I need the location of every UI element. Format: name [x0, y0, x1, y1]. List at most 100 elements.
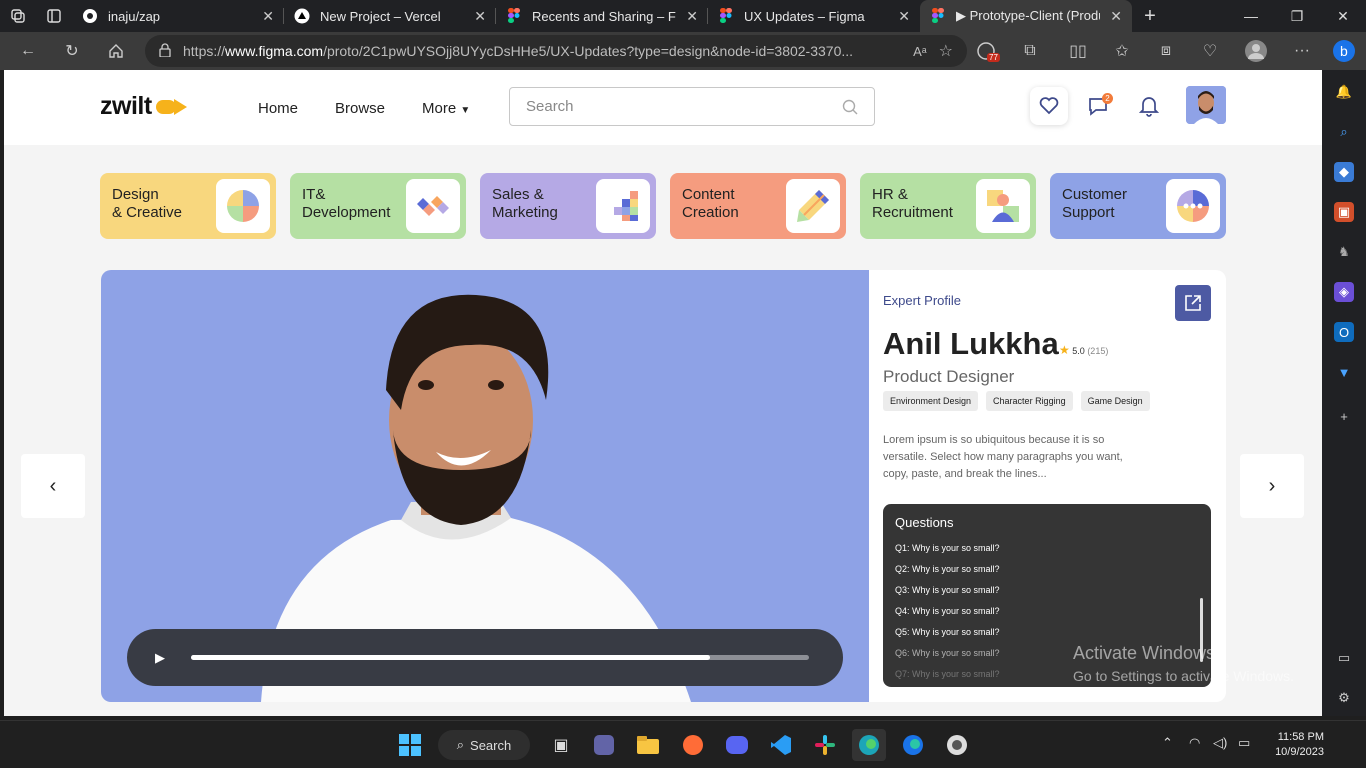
close-tab-icon[interactable]: ✕	[1110, 8, 1122, 25]
maximize-button[interactable]: ❐	[1274, 8, 1320, 25]
close-tab-icon[interactable]: ✕	[686, 8, 698, 25]
games-icon[interactable]: ♞	[1334, 242, 1354, 262]
windows-start-icon[interactable]	[393, 729, 427, 761]
collections-icon[interactable]: ⧈	[1146, 32, 1186, 70]
open-external-button[interactable]	[1175, 285, 1211, 321]
window-controls: — ❐ ✕	[1228, 8, 1366, 25]
taskbar-search[interactable]: ⌕ Search	[438, 730, 530, 760]
minimize-button[interactable]: —	[1228, 8, 1274, 25]
favorite-star-icon[interactable]: ☆	[939, 41, 953, 61]
puzzle-extensions-icon[interactable]: ⧉	[1010, 32, 1050, 70]
search-input[interactable]: Search	[509, 87, 875, 126]
close-window-button[interactable]: ✕	[1320, 8, 1366, 25]
browser-essentials-icon[interactable]: ♡	[1190, 32, 1230, 70]
new-tab-button[interactable]: +	[1132, 5, 1168, 28]
discord-icon[interactable]	[720, 729, 754, 761]
category-content-creation[interactable]: Content Creation	[670, 173, 846, 239]
close-tab-icon[interactable]: ✕	[474, 8, 486, 25]
browser-tab[interactable]: Recents and Sharing – Figm ✕	[496, 0, 708, 32]
tray-chevron-icon[interactable]: ⌃	[1162, 735, 1173, 751]
next-arrow-button[interactable]: ›	[1240, 454, 1304, 518]
profile-icon[interactable]	[1236, 32, 1276, 70]
system-clock[interactable]: 11:58 PM 10/9/2023	[1264, 730, 1324, 760]
category-hr-recruitment[interactable]: HR & Recruitment	[860, 173, 1036, 239]
expert-video[interactable]: ▶	[101, 270, 869, 702]
category-customer-support[interactable]: Customer Support	[1050, 173, 1226, 239]
add-icon[interactable]: +	[1334, 406, 1354, 426]
category-sales-marketing[interactable]: Sales & Marketing	[480, 173, 656, 239]
gear-icon[interactable]: ⚙	[1334, 688, 1354, 708]
url-field[interactable]: https://www.figma.com/proto/2C1pwUYSOjj8…	[145, 35, 967, 67]
volume-icon[interactable]: ◁)	[1213, 735, 1227, 751]
microsoft-365-icon[interactable]: ◈	[1334, 282, 1354, 302]
svg-text:b: b	[1340, 43, 1348, 59]
favorites-icon[interactable]: ✩	[1102, 32, 1142, 70]
user-avatar[interactable]	[1186, 86, 1226, 124]
heart-icon[interactable]	[1030, 87, 1068, 125]
extension-icon[interactable]: 77	[966, 32, 1006, 70]
expert-profile-panel: Expert Profile Anil Lukkha ★ 5.0 (215) P…	[869, 270, 1226, 702]
teams-chat-icon[interactable]	[587, 729, 621, 761]
star-icon: ★	[1059, 343, 1070, 357]
play-icon[interactable]: ▶	[155, 650, 165, 666]
sidebar-toggle-icon[interactable]: ▭	[1334, 648, 1354, 668]
messages-icon[interactable]: 2	[1080, 87, 1118, 125]
bing-copilot-icon[interactable]: b	[1324, 32, 1364, 70]
read-aloud-icon[interactable]: Aᵃ	[913, 44, 927, 59]
question-item[interactable]: Q5: Why is your so small?	[895, 622, 1199, 643]
video-progress-fill	[191, 655, 711, 660]
more-menu-icon[interactable]: ···	[1282, 32, 1322, 70]
outlook-icon[interactable]: O	[1334, 322, 1354, 342]
skill-tag[interactable]: Character Rigging	[986, 391, 1073, 411]
review-count: (215)	[1087, 346, 1109, 356]
postman-icon[interactable]	[676, 729, 710, 761]
nav-home[interactable]: Home	[258, 100, 298, 117]
figma-icon	[930, 8, 946, 24]
previous-arrow-button[interactable]: ‹	[21, 454, 85, 518]
nav-browse[interactable]: Browse	[335, 100, 385, 117]
edge-dev-icon[interactable]	[896, 729, 930, 761]
file-explorer-icon[interactable]	[631, 729, 665, 761]
search-icon	[842, 99, 858, 114]
task-view-icon[interactable]: ▣	[544, 729, 578, 761]
close-tab-icon[interactable]: ✕	[262, 8, 274, 25]
browser-tab[interactable]: UX Updates – Figma ✕	[708, 0, 920, 32]
zwilt-logo[interactable]: zwilt	[100, 92, 188, 121]
question-item[interactable]: Q1: Why is your so small?	[895, 538, 1199, 559]
skill-tag[interactable]: Game Design	[1080, 391, 1150, 411]
question-item[interactable]: Q4: Why is your so small?	[895, 601, 1199, 622]
workspaces-icon[interactable]	[0, 0, 36, 32]
tab-actions-icon[interactable]	[36, 0, 72, 32]
video-progress-track[interactable]	[191, 655, 809, 660]
tools-briefcase-icon[interactable]: ▣	[1334, 202, 1354, 222]
question-item[interactable]: Q3: Why is your so small?	[895, 580, 1199, 601]
shopping-tag-icon[interactable]: ◆	[1334, 162, 1354, 182]
question-item[interactable]: Q2: Why is your so small?	[895, 559, 1199, 580]
drop-icon[interactable]: ▼	[1334, 362, 1354, 382]
battery-icon[interactable]: ▭	[1238, 735, 1250, 751]
browser-tab-active[interactable]: ▶ Prototype-Client (Produc ✕	[920, 0, 1132, 32]
url-prefix: https://	[183, 43, 226, 59]
vscode-icon[interactable]	[764, 729, 798, 761]
back-icon[interactable]: ←	[8, 32, 48, 70]
nav-more[interactable]: More ▼	[422, 100, 470, 117]
app-icon[interactable]	[940, 729, 974, 761]
logo-text: zwilt	[100, 92, 152, 120]
browser-tab[interactable]: inaju/zap ✕	[72, 0, 284, 32]
search-icon[interactable]: ⌕	[1334, 122, 1354, 142]
split-screen-icon[interactable]: ▯▯	[1058, 32, 1098, 70]
close-tab-icon[interactable]: ✕	[898, 8, 910, 25]
taskbar-search-label: Search	[470, 737, 512, 753]
edge-icon[interactable]	[852, 729, 886, 761]
slack-icon[interactable]	[808, 729, 842, 761]
bell-icon[interactable]	[1130, 87, 1168, 125]
refresh-icon[interactable]: ↻	[52, 32, 92, 70]
category-design-creative[interactable]: Design & Creative	[100, 173, 276, 239]
wifi-icon[interactable]: ◠	[1189, 735, 1200, 751]
category-it-development[interactable]: IT& Development	[290, 173, 466, 239]
browser-tab[interactable]: New Project – Vercel ✕	[284, 0, 496, 32]
skill-tag[interactable]: Environment Design	[883, 391, 979, 411]
home-icon[interactable]	[96, 32, 136, 70]
panel-heading: Expert Profile	[883, 293, 962, 308]
bell-icon[interactable]: 🔔	[1334, 82, 1354, 102]
